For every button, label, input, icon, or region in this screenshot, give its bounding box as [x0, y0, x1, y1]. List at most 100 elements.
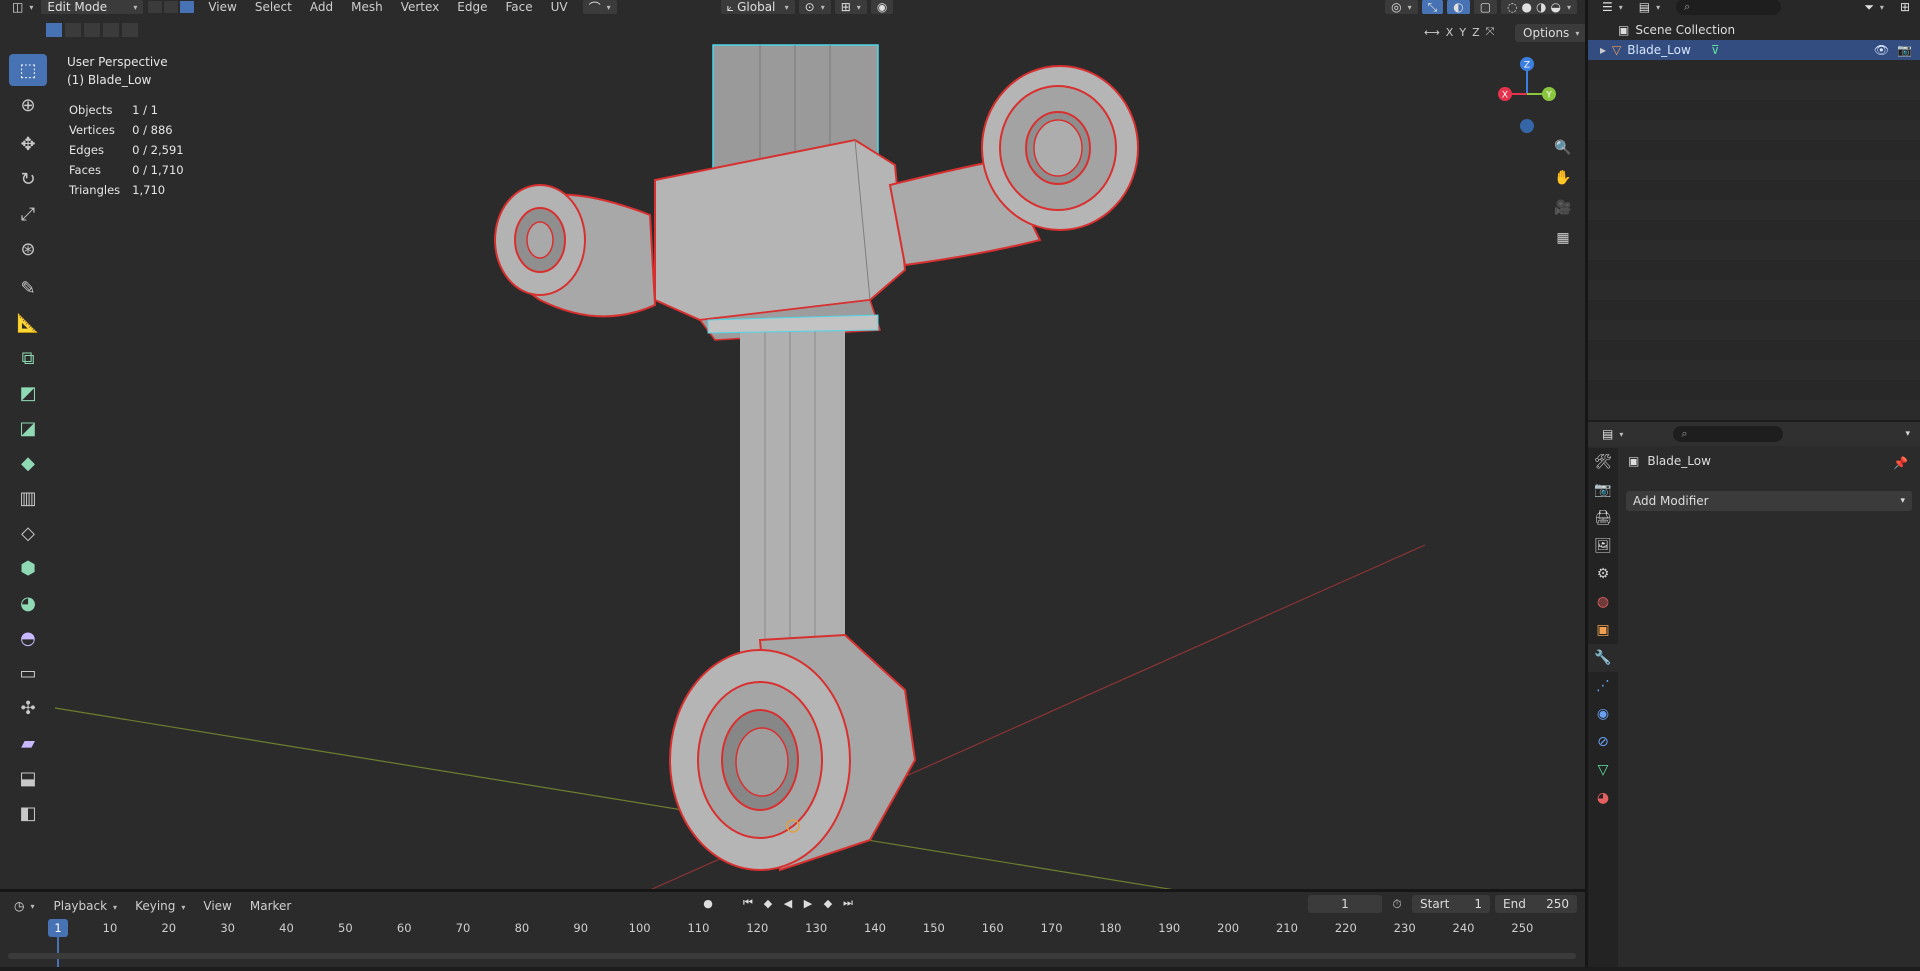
- tab-constraints[interactable]: ⊘: [1588, 728, 1618, 756]
- display-mode-dropdown[interactable]: ▤ ▾: [1633, 0, 1666, 15]
- mode-dropdown[interactable]: Edit Mode ▾: [41, 0, 144, 14]
- smooth-tool[interactable]: ◓: [9, 622, 47, 654]
- orientation-dropdown[interactable]: ⟀ Global ▾: [720, 0, 795, 14]
- outliner-search[interactable]: ⌕: [1676, 0, 1782, 15]
- add-cube-tool[interactable]: ⧉: [9, 342, 47, 374]
- editor-type-button[interactable]: ◫ ▾: [8, 0, 37, 14]
- proportional-dropdown[interactable]: ⌒ ▾: [582, 0, 617, 14]
- jump-end-button[interactable]: ⏭: [840, 895, 856, 911]
- menu-mesh[interactable]: Mesh: [342, 0, 392, 14]
- material-shading-icon[interactable]: ◑: [1536, 0, 1546, 14]
- intersect-selection-icon[interactable]: [122, 23, 138, 37]
- menu-marker[interactable]: Marker: [241, 899, 300, 913]
- expand-arrow-icon[interactable]: ▸: [1600, 43, 1606, 57]
- tab-modifiers[interactable]: 🔧: [1588, 644, 1618, 672]
- extrude-tool[interactable]: ◩: [9, 377, 47, 409]
- jump-start-button[interactable]: ⏮: [740, 895, 756, 911]
- timeline-editor-type[interactable]: ◷ ▾: [8, 898, 41, 914]
- transform-tool[interactable]: ⊛: [9, 233, 47, 265]
- tab-world[interactable]: ◍: [1588, 588, 1618, 616]
- mesh-data-icon[interactable]: ⊽: [1711, 43, 1720, 57]
- playhead[interactable]: 1: [48, 919, 68, 937]
- properties-search[interactable]: ⌕: [1673, 426, 1784, 442]
- options-dropdown[interactable]: Options ▾: [1515, 24, 1588, 42]
- menu-timeline-view[interactable]: View: [194, 899, 240, 913]
- jump-keyframe-forward-button[interactable]: ◆: [820, 895, 836, 911]
- tab-scene[interactable]: ⚙: [1588, 560, 1618, 588]
- tab-material[interactable]: ◕: [1588, 784, 1618, 812]
- knife-tool[interactable]: ◇: [9, 517, 47, 549]
- current-frame-field[interactable]: 1: [1308, 895, 1382, 913]
- shrink-fatten-tool[interactable]: ✣: [9, 692, 47, 724]
- proportional-edit-button[interactable]: ◉: [870, 0, 894, 14]
- mirror-x[interactable]: X: [1446, 26, 1454, 39]
- menu-face[interactable]: Face: [496, 0, 541, 14]
- cursor-tool[interactable]: ⊕: [9, 89, 47, 121]
- pin-icon[interactable]: 📌: [1893, 456, 1908, 470]
- timeline-scrollbar[interactable]: [8, 953, 1576, 959]
- tab-view-layer[interactable]: 🖼: [1588, 532, 1618, 560]
- bevel-tool[interactable]: ◆: [9, 447, 47, 479]
- play-button[interactable]: ▶: [800, 895, 816, 911]
- auto-merge-icon[interactable]: ⤧: [1486, 25, 1495, 39]
- menu-vertex[interactable]: Vertex: [392, 0, 449, 14]
- poly-build-tool[interactable]: ⬢: [9, 552, 47, 584]
- chevron-down-icon[interactable]: ▾: [1905, 429, 1910, 439]
- move-tool[interactable]: ✥: [9, 128, 47, 160]
- spin-tool[interactable]: ◕: [9, 587, 47, 619]
- preview-range-toggle[interactable]: ⏱: [1388, 895, 1406, 913]
- rip-edge-tool[interactable]: ◧: [9, 797, 47, 829]
- properties-editor-type[interactable]: ▤ ▾: [1596, 426, 1629, 442]
- tab-data[interactable]: ▽: [1588, 756, 1618, 784]
- start-frame-field[interactable]: Start 1: [1412, 895, 1490, 913]
- annotate-tool[interactable]: ✎: [9, 272, 47, 304]
- tab-render[interactable]: 📷: [1588, 476, 1618, 504]
- jump-keyframe-back-button[interactable]: ◆: [760, 895, 776, 911]
- overlay-toggle[interactable]: ◐: [1447, 0, 1470, 14]
- snap-dropdown[interactable]: ⊞ ▾: [834, 0, 867, 14]
- menu-edge[interactable]: Edge: [448, 0, 496, 14]
- xray-toggle[interactable]: ▢: [1473, 0, 1498, 14]
- new-selection-icon[interactable]: [46, 23, 62, 37]
- menu-select[interactable]: Select: [246, 0, 301, 14]
- menu-playback[interactable]: Playback ▾: [45, 899, 127, 913]
- tab-output[interactable]: 🖨: [1588, 504, 1618, 532]
- edge-select-icon[interactable]: [163, 0, 180, 14]
- outliner-scene-collection[interactable]: ▣ Scene Collection: [1588, 20, 1920, 40]
- menu-keying[interactable]: Keying ▾: [126, 899, 194, 913]
- tab-tool[interactable]: 🛠: [1588, 448, 1618, 476]
- camera-view-button[interactable]: 🎥: [1552, 197, 1574, 219]
- rip-tool[interactable]: ⬓: [9, 762, 47, 794]
- rotate-tool[interactable]: ↻: [9, 163, 47, 195]
- menu-uv[interactable]: UV: [542, 0, 577, 14]
- pan-button[interactable]: ✋: [1552, 167, 1574, 189]
- loop-cut-tool[interactable]: ▥: [9, 482, 47, 514]
- filter-dropdown[interactable]: ⏷ ▾: [1858, 0, 1890, 15]
- visibility-dropdown[interactable]: ◎ ▾: [1385, 0, 1418, 14]
- inset-tool[interactable]: ◪: [9, 412, 47, 444]
- select-box-tool[interactable]: ⬚: [9, 54, 47, 86]
- extend-selection-icon[interactable]: [65, 23, 81, 37]
- wireframe-shading-icon[interactable]: ◌: [1507, 0, 1517, 14]
- record-button[interactable]: ●: [700, 895, 716, 911]
- outliner-row-blade-low[interactable]: ▸ ▽ Blade_Low ⊽ 👁 📷: [1588, 40, 1920, 60]
- shear-tool[interactable]: ▰: [9, 727, 47, 759]
- rendered-shading-icon[interactable]: ◒: [1551, 0, 1561, 14]
- outliner-editor-type[interactable]: ☰ ▾: [1596, 0, 1629, 15]
- vertex-select-icon[interactable]: [147, 0, 164, 14]
- mirror-z[interactable]: Z: [1472, 26, 1480, 39]
- pivot-dropdown[interactable]: ⊙ ▾: [798, 0, 831, 14]
- tab-object[interactable]: ▣: [1588, 616, 1618, 644]
- gizmo-toggle[interactable]: ⤡: [1421, 0, 1444, 14]
- tab-particles[interactable]: ⋰: [1588, 672, 1618, 700]
- tab-physics[interactable]: ◉: [1588, 700, 1618, 728]
- ortho-toggle-button[interactable]: ▦: [1552, 227, 1574, 249]
- add-modifier-dropdown[interactable]: Add Modifier ▾: [1626, 491, 1912, 511]
- face-select-icon[interactable]: [179, 0, 196, 14]
- eye-icon[interactable]: 👁: [1874, 43, 1889, 57]
- solid-shading-icon[interactable]: ●: [1522, 0, 1532, 14]
- menu-view[interactable]: View: [199, 0, 245, 14]
- end-frame-field[interactable]: End 250: [1495, 895, 1577, 913]
- navigation-gizmo[interactable]: Z X Y: [1497, 54, 1557, 134]
- camera-render-icon[interactable]: 📷: [1897, 43, 1912, 57]
